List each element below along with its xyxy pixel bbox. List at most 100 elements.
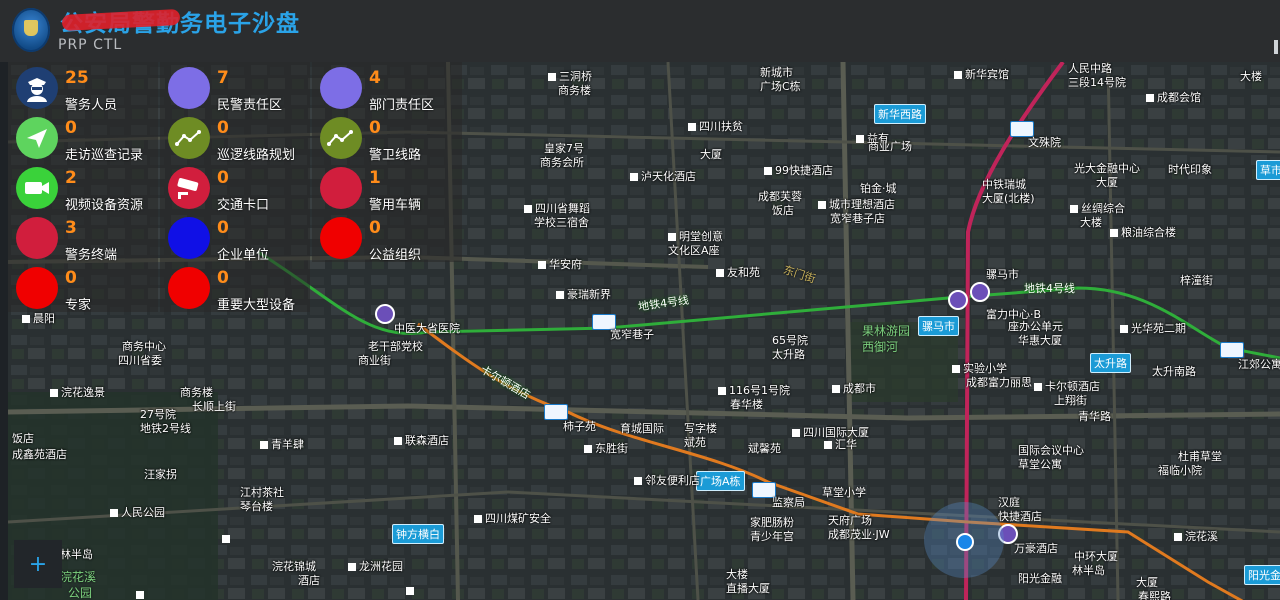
poi-label: 城市理想酒店 <box>818 198 895 211</box>
poi-label: 琴台楼 <box>240 500 273 513</box>
poi-label: 天府广场 <box>828 514 872 527</box>
poi-label: 斌苑 <box>684 436 706 449</box>
poi-label: 泸天化酒店 <box>630 170 696 183</box>
poi-label: 时代印象 <box>1168 163 1212 176</box>
poi-label: 宽窄巷子 <box>610 328 654 341</box>
area-icon <box>320 67 362 109</box>
resource-item[interactable]: 0 走访巡查记录 <box>8 112 158 163</box>
poi-label: 成都会馆 <box>1146 91 1201 104</box>
poi-label: 老干部党校 <box>368 340 423 353</box>
resource-item[interactable]: 4 部门责任区 <box>312 62 462 113</box>
resource-label: 专家 <box>65 298 92 313</box>
poi-label: 四川省舞蹈 <box>524 202 590 215</box>
resource-label: 警用车辆 <box>369 198 422 213</box>
metro-exit-icon[interactable] <box>1220 342 1244 358</box>
resource-count: 0 <box>369 118 381 138</box>
resource-item[interactable]: 0 公益组织 <box>312 212 462 263</box>
poi-label: 斌馨苑 <box>748 442 781 455</box>
poi-label: 116号1号院 <box>718 384 790 397</box>
poi-label: 大厦 <box>1136 576 1158 589</box>
poi-label: 商务中心 <box>122 340 166 353</box>
poi-label: 四川扶贫 <box>688 120 743 133</box>
resource-item[interactable]: 7 民警责任区 <box>160 62 310 113</box>
poi-label: 商业街 <box>358 354 391 367</box>
resource-label: 警卫线路 <box>369 148 422 163</box>
poi-label: 江村茶社 <box>240 486 284 499</box>
resource-item[interactable]: 3 警务终端 <box>8 212 158 263</box>
poi-label: 酒店 <box>298 574 320 587</box>
poi-label: 林半岛 <box>60 548 93 561</box>
resource-label: 企业单位 <box>217 248 270 263</box>
poi-label: 龙洲花园 <box>348 560 403 573</box>
poi-label: 大厦(北楼) <box>982 192 1035 205</box>
metro-exit-icon[interactable] <box>544 404 568 420</box>
poi-label: 大厦 <box>700 148 722 161</box>
poi-label: 浣花逸景 <box>50 386 105 399</box>
resource-item[interactable]: 0 警卫线路 <box>312 112 462 163</box>
poi-label: 监察局 <box>772 496 805 509</box>
metro-station-icon[interactable] <box>970 282 990 302</box>
cctv-icon <box>168 167 210 209</box>
poi-label: 人民中路 <box>1068 62 1112 75</box>
map-road-label: 骡马市 <box>918 316 959 336</box>
zoom-in-button[interactable]: + <box>14 540 62 588</box>
send-icon <box>16 117 58 159</box>
resource-count: 0 <box>369 218 381 238</box>
resource-item[interactable]: 1 警用车辆 <box>312 162 462 213</box>
poi-label: 杜甫草堂 <box>1178 450 1222 463</box>
resource-item[interactable]: 0 专家 <box>8 262 158 313</box>
map-road-label: 草市 <box>1256 160 1280 180</box>
equipment-icon <box>168 267 210 309</box>
resource-item[interactable]: 0 企业单位 <box>160 212 310 263</box>
current-location-marker[interactable] <box>924 502 1004 578</box>
resource-count: 2 <box>65 168 77 188</box>
poi-label: 广场C栋 <box>760 80 801 93</box>
video-camera-icon <box>16 167 58 209</box>
area-icon <box>168 67 210 109</box>
poi-label: 林半岛 <box>1072 564 1105 577</box>
enterprise-icon <box>168 217 210 259</box>
poi-label: 实验小学 <box>952 362 1007 375</box>
poi-label: 成都芙蓉 <box>758 190 802 203</box>
metro-station-icon[interactable] <box>948 290 968 310</box>
map-road-label: 太升路 <box>1090 353 1131 373</box>
poi-label: 成鑫苑酒店 <box>12 448 67 461</box>
poi-label: 新华宾馆 <box>954 68 1009 81</box>
poi-label: 铂金·城 <box>860 182 897 195</box>
poi-label: 大楼 <box>726 568 748 581</box>
poi-label: 卡尔顿酒店 <box>1034 380 1100 393</box>
map-road-label: 广场A栋 <box>696 471 745 491</box>
window-edge-handle[interactable] <box>1274 40 1278 54</box>
resource-item[interactable]: 2 视频设备资源 <box>8 162 158 213</box>
map-district-label: 西御河 <box>862 340 899 354</box>
poi-label: 学校三宿舍 <box>534 216 589 229</box>
poi-label <box>136 588 147 600</box>
resource-item[interactable]: 0 巡逻线路规划 <box>160 112 310 163</box>
map-road-label: 钟方横白 <box>392 524 444 544</box>
poi-label <box>406 584 417 597</box>
resource-item[interactable]: 0 重要大型设备 <box>160 262 310 313</box>
poi-label: 饭店 <box>12 432 34 445</box>
poi-label: 文殊院 <box>1028 136 1061 149</box>
poi-label: 三段14号院 <box>1068 76 1126 89</box>
metro-exit-icon[interactable] <box>1010 121 1034 137</box>
poi-label: 商务楼 <box>558 84 591 97</box>
poi-label: 汇华 <box>824 438 857 451</box>
route-icon <box>168 117 210 159</box>
resource-count: 7 <box>217 68 229 88</box>
resource-item[interactable]: 0 交通卡口 <box>160 162 310 213</box>
map-road-label: 阳光金融 <box>1244 565 1280 585</box>
poi-label: 文化区A座 <box>668 244 720 257</box>
poi-label: 青少年宫 <box>750 530 794 543</box>
poi-label: 四川煤矿安全 <box>474 512 551 525</box>
map-district-label: 公园 <box>68 586 93 600</box>
resource-label: 走访巡查记录 <box>65 148 144 163</box>
resource-count: 0 <box>217 118 229 138</box>
poi-label: 长顺上街 <box>192 400 236 413</box>
poi-label: 丝绸综合 <box>1070 202 1125 215</box>
route-icon <box>320 117 362 159</box>
resource-count: 25 <box>65 68 89 88</box>
poi-label: 快捷酒店 <box>998 510 1042 523</box>
poi-label: 草堂小学 <box>822 486 866 499</box>
resource-item[interactable]: 25 警务人员 <box>8 62 158 113</box>
